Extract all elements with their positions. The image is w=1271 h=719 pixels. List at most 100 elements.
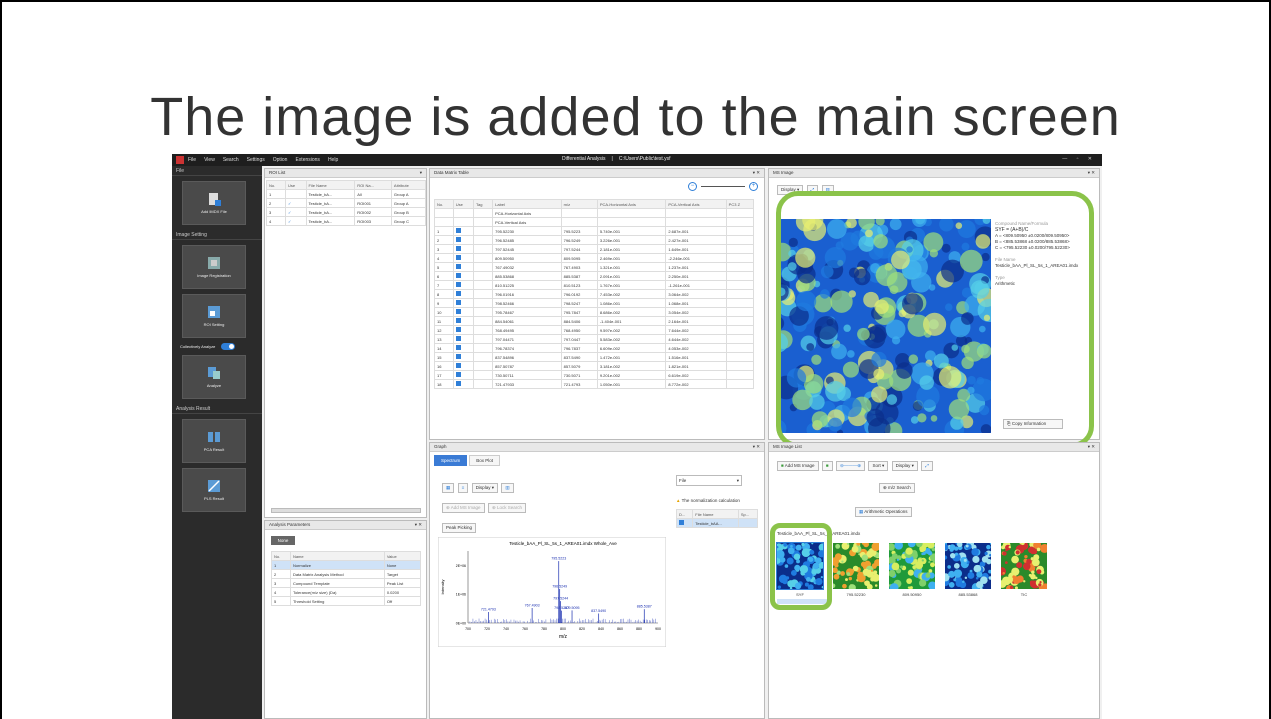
- pls-result-label: PLS Result: [203, 496, 224, 501]
- zoom-icon[interactable]: ⊖———⊕: [836, 461, 866, 471]
- zoom-in-icon[interactable]: +: [749, 182, 758, 191]
- mz-search-button[interactable]: ⊕ m/z Search: [879, 483, 915, 493]
- zoom-track[interactable]: [701, 186, 745, 187]
- menu-settings[interactable]: Settings: [247, 157, 265, 163]
- menu-help[interactable]: Help: [328, 157, 338, 163]
- table-row[interactable]: 4 Tolerance(m/z size) (Da) 0.0200: [271, 587, 422, 597]
- image-registration-button[interactable]: Image Registration: [182, 245, 246, 289]
- table-row[interactable]: 14 796.78374 796.7837 6.609e-002 4.053e-002: [434, 343, 755, 353]
- roi-col-use: Use: [285, 180, 307, 190]
- y-tick-label: 1E+06: [456, 593, 466, 597]
- arithmetic-operations-button[interactable]: ▦ Arithmetic Operations: [855, 507, 912, 517]
- tab-box-plot[interactable]: Box Plot: [469, 455, 501, 466]
- table-row[interactable]: 7 810.51225 810.5123 1.767e-001 -1.261e-001: [434, 280, 755, 290]
- thumbnail-2[interactable]: [887, 539, 939, 593]
- thumbnail-4[interactable]: [997, 541, 1050, 593]
- pca-result-button[interactable]: PCA Result: [182, 419, 246, 463]
- analyze-icon: [208, 367, 220, 379]
- analysis-parameters-header: Analysis Parameters ▾ ✕: [265, 521, 426, 530]
- table-row[interactable]: 3 797.52445 797.5244 2.181e-001 1.649e-001: [434, 244, 755, 254]
- roi-col-no: No.: [266, 180, 286, 190]
- thumbnail-image: [997, 541, 1050, 593]
- table-row[interactable]: 5 767.49032 767.4903 1.321e-001 1.237e-001: [434, 262, 755, 272]
- table-row[interactable]: 4 ✓ Testicle_bA... ROI003 Group C: [266, 216, 426, 226]
- roi-list-header: ROI List ▾: [265, 169, 426, 178]
- roi-scrollbar[interactable]: [271, 508, 421, 513]
- table-row[interactable]: 1 Normalize None: [271, 560, 422, 570]
- table-row[interactable]: 16 857.50787 857.5079 3.181e-002 1.821e-001: [434, 361, 755, 371]
- menu-view[interactable]: View: [204, 157, 215, 163]
- table-row[interactable]: 9 798.52466 798.5247 1.086e-001 1.068e-001: [434, 298, 755, 308]
- fit-icon[interactable]: ⤢: [921, 461, 933, 471]
- thumbnail-image: [887, 539, 939, 593]
- table-row[interactable]: Testicle_bAA...: [675, 518, 759, 528]
- table-row[interactable]: 17 730.50711 730.5071 9.201e-002 6.619e-002: [434, 370, 755, 380]
- sidebar-head-file: File: [172, 166, 262, 176]
- thumbnail-label: 885.53868: [958, 592, 978, 597]
- sidebar-head-analysis-result: Analysis Result: [172, 404, 262, 414]
- analyze-button[interactable]: Analyze: [182, 355, 246, 399]
- roi-setting-label: ROI Setting: [203, 322, 225, 327]
- thumbnail-3[interactable]: [940, 540, 993, 592]
- roi-icon: [208, 306, 220, 318]
- registration-icon: [208, 257, 220, 269]
- table-row[interactable]: 3 ✓ Testicle_bA... ROI002 Group B: [266, 207, 426, 217]
- list-icon[interactable]: ≡: [457, 483, 469, 493]
- table-row[interactable]: 8 796.01916 796.0192 7.453e-002 3.064e-002: [434, 289, 755, 299]
- analysis-mode-label: Differential Analysis: [562, 156, 606, 162]
- graph-header: Graph ▾ ✕: [430, 443, 764, 452]
- spectrum-chart[interactable]: Testicle_bAA_Pl_SL_5s_1_AREA01.imdx Whol…: [438, 537, 666, 647]
- table-row[interactable]: 13 797.04471 797.0447 5.583e-002 4.644e-002: [434, 334, 755, 344]
- table-row[interactable]: 10 795.78467 795.7847 8.686e-002 3.054e-002: [434, 307, 755, 317]
- peak-picking-button[interactable]: Peak Picking: [442, 523, 477, 533]
- menu-search[interactable]: Search: [223, 157, 239, 163]
- x-tick-label: 760: [522, 627, 528, 631]
- zoom-out-icon[interactable]: −: [688, 182, 697, 191]
- peak-label: 797.5244: [553, 597, 568, 601]
- table-row[interactable]: 11 884.54061 884.5406 -1.404e-001 2.164e-001: [434, 316, 755, 326]
- tab-spectrum[interactable]: Spectrum: [434, 455, 468, 466]
- display-button[interactable]: Display ▾: [891, 461, 918, 471]
- app-titlebar: File View Search Settings Option Extensi…: [172, 154, 1102, 166]
- window-controls[interactable]: — ▫ ✕: [1062, 156, 1096, 162]
- lock-search-button[interactable]: ⊕ Lock Search: [487, 503, 526, 513]
- table-row[interactable]: 1 795.52230 795.5223 5.740e-001 2.687e-001: [434, 226, 755, 236]
- table-row[interactable]: 5 Threshold Setting Off: [271, 596, 422, 606]
- add-imdx-file-button[interactable]: Add IMDX File: [182, 181, 246, 225]
- thumbnail-1[interactable]: [830, 541, 883, 592]
- ms-image-icon[interactable]: ■: [821, 461, 833, 471]
- table-row[interactable]: 3 Compound Template Peak List: [271, 578, 422, 588]
- sort-button[interactable]: Sort ▾: [868, 461, 889, 471]
- zoom-slider[interactable]: − +: [688, 182, 758, 192]
- collectively-analyze-toggle[interactable]: [221, 343, 236, 350]
- add-ms-image-button[interactable]: ■ Add MS Image: [777, 461, 819, 471]
- add-ms-image-button[interactable]: ⊕ Add MS Image: [442, 503, 485, 513]
- display-button[interactable]: Display ▾: [471, 483, 498, 493]
- roi-col-file: File Name: [305, 180, 356, 190]
- table-row[interactable]: 6 885.53868 885.5387 2.091e-001 2.250e-001: [434, 271, 755, 281]
- spectrum-title: Testicle_bAA_Pl_SL_5s_1_AREA01.imdx Whol…: [509, 541, 617, 546]
- grid-icon[interactable]: ▦: [442, 483, 455, 493]
- add-imdx-file-label: Add IMDX File: [201, 209, 227, 214]
- table-row[interactable]: 1 Testicle_bA... All Group A: [266, 189, 426, 199]
- none-button[interactable]: None: [271, 536, 295, 545]
- table-row[interactable]: 18 721.47933 721.4793 1.050e-001 8.772e-002: [434, 379, 755, 389]
- roi-setting-button[interactable]: ROI Setting: [182, 294, 246, 338]
- table-row[interactable]: 2 796.52485 796.5249 3.226e-001 2.427e-001: [434, 235, 755, 245]
- menu-bar: File View Search Settings Option Extensi…: [188, 157, 338, 163]
- menu-extensions[interactable]: Extensions: [295, 157, 319, 163]
- menu-file[interactable]: File: [188, 157, 196, 163]
- table-row[interactable]: 15 837.54896 837.5490 1.472e-001 1.516e-001: [434, 352, 755, 362]
- chart-icon[interactable]: ▥: [501, 483, 514, 493]
- table-row[interactable]: 2 Data Matrix Analysis Method Target: [271, 569, 422, 579]
- table-row[interactable]: 4 809.50950 809.5095 2.469e-001 -2.246e-001: [434, 253, 755, 263]
- analysis-parameters-title: Analysis Parameters: [269, 522, 311, 527]
- table-row[interactable]: 2 ✓ Testicle_bA... ROI001 Group A: [266, 198, 426, 208]
- table-row[interactable]: 12 768.49495 768.4950 9.597e-002 7.644e-002: [434, 325, 755, 335]
- pls-result-button[interactable]: PLS Result: [182, 468, 246, 512]
- ms-image-title: MS Image: [773, 170, 794, 175]
- file-dropdown[interactable]: File ▾: [676, 475, 742, 486]
- axis-row: PCA-Vertical Axis: [434, 217, 755, 227]
- pin-icon[interactable]: ▾: [420, 170, 422, 176]
- menu-option[interactable]: Option: [273, 157, 288, 163]
